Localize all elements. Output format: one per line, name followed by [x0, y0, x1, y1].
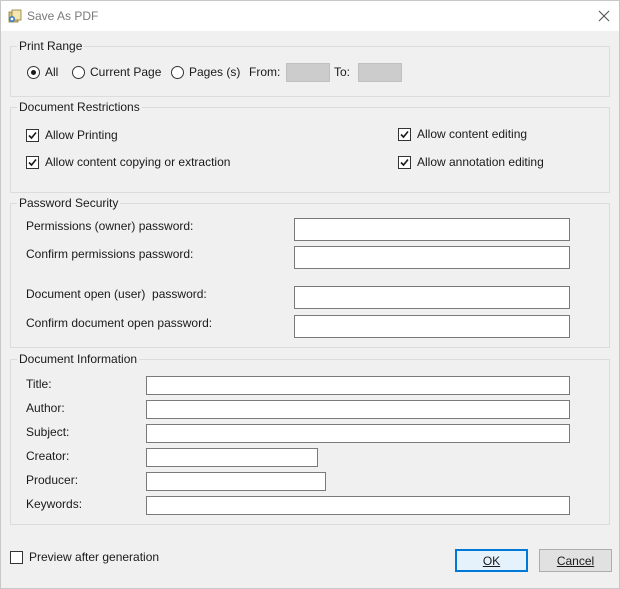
cancel-button-label: Cancel	[556, 553, 595, 568]
creator-label: Creator:	[26, 449, 70, 463]
author-label: Author:	[26, 401, 65, 415]
allow-annotation-label[interactable]: Allow annotation editing	[417, 155, 544, 169]
radio-current-page-label[interactable]: Current Page	[90, 65, 161, 79]
producer-label: Producer:	[26, 473, 79, 487]
checkmark-icon	[400, 130, 409, 139]
document-information-legend: Document Information	[17, 352, 140, 366]
title-bar: Save As PDF	[1, 1, 619, 31]
ok-button[interactable]: OK	[455, 549, 528, 572]
keywords-label: Keywords:	[26, 497, 83, 511]
print-range-legend: Print Range	[17, 39, 85, 53]
ok-button-label: OK	[482, 553, 501, 568]
checkmark-icon	[28, 131, 37, 140]
close-icon	[598, 10, 610, 22]
confirm-owner-password-label: Confirm permissions password:	[26, 247, 194, 261]
document-restrictions-group: Document Restrictions	[10, 100, 610, 193]
title-input[interactable]	[146, 376, 570, 395]
keywords-input[interactable]	[146, 496, 570, 515]
window-title: Save As PDF	[27, 9, 99, 23]
radio-current-page[interactable]	[72, 66, 85, 79]
confirm-user-password-input[interactable]	[294, 315, 570, 338]
user-password-input[interactable]	[294, 286, 570, 309]
password-security-legend: Password Security	[17, 196, 121, 210]
checkmark-icon	[400, 158, 409, 167]
preview-after-generation-label[interactable]: Preview after generation	[29, 550, 159, 564]
save-as-pdf-dialog: Save As PDF Print Range All Current Page…	[0, 0, 620, 589]
owner-password-label: Permissions (owner) password:	[26, 219, 194, 233]
radio-pages[interactable]	[171, 66, 184, 79]
user-password-label: Document open (user) password:	[26, 287, 207, 301]
radio-pages-label[interactable]: Pages (s)	[189, 65, 240, 79]
allow-printing-label[interactable]: Allow Printing	[45, 128, 118, 142]
to-page-input	[358, 63, 402, 82]
author-input[interactable]	[146, 400, 570, 419]
allow-editing-label[interactable]: Allow content editing	[417, 127, 527, 141]
radio-all-label[interactable]: All	[45, 65, 58, 79]
owner-password-input[interactable]	[294, 218, 570, 241]
to-label: To:	[334, 65, 351, 79]
allow-copying-checkbox[interactable]	[26, 156, 39, 169]
cancel-button[interactable]: Cancel	[539, 549, 612, 572]
checkmark-icon	[28, 158, 37, 167]
creator-input[interactable]	[146, 448, 318, 467]
close-button[interactable]	[589, 1, 619, 31]
radio-all[interactable]	[27, 66, 40, 79]
subject-input[interactable]	[146, 424, 570, 443]
allow-printing-checkbox[interactable]	[26, 129, 39, 142]
document-restrictions-legend: Document Restrictions	[17, 100, 142, 114]
preview-after-generation-checkbox[interactable]	[10, 551, 23, 564]
allow-annotation-checkbox[interactable]	[398, 156, 411, 169]
app-icon	[8, 9, 22, 23]
confirm-owner-password-input[interactable]	[294, 246, 570, 269]
allow-copying-label[interactable]: Allow content copying or extraction	[45, 155, 230, 169]
title-label: Title:	[26, 377, 52, 391]
subject-label: Subject:	[26, 425, 70, 439]
producer-input[interactable]	[146, 472, 326, 491]
from-label: From:	[249, 65, 281, 79]
allow-editing-checkbox[interactable]	[398, 128, 411, 141]
confirm-user-password-label: Confirm document open password:	[26, 316, 213, 330]
from-page-input	[286, 63, 330, 82]
